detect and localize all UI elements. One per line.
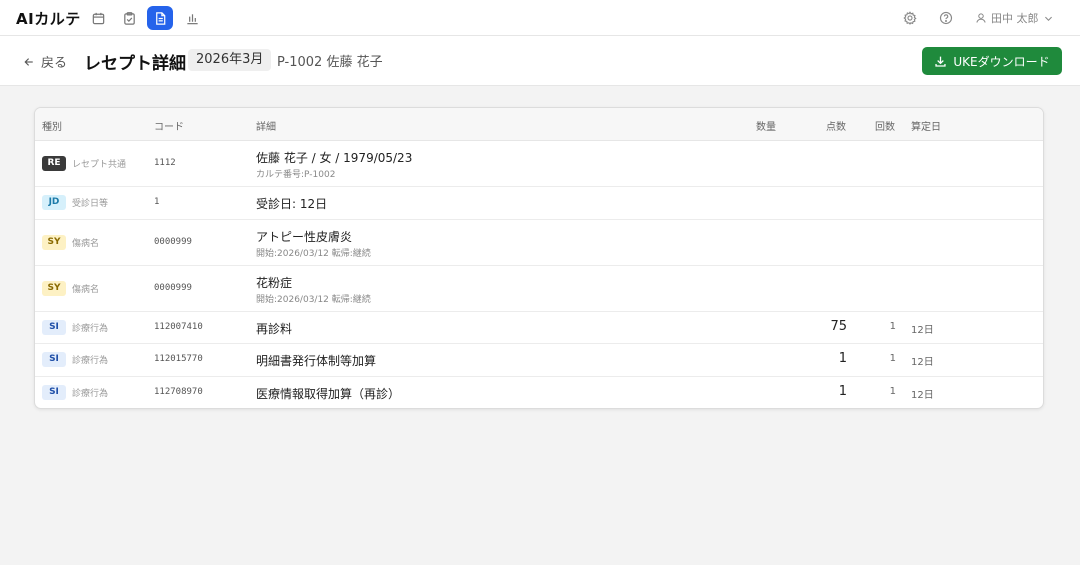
type-label: 傷病名	[72, 285, 100, 295]
clipboard-check-icon[interactable]	[116, 6, 142, 30]
points-cell: 1	[838, 384, 847, 399]
receipt-table: 種別 コード 詳細 数量 点数 回数 算定日 RE レセプト共通 1112 佐藤…	[34, 107, 1044, 409]
type-label: 診療行為	[72, 389, 109, 399]
col-detail: 詳細	[256, 122, 276, 133]
count-cell: 1	[889, 386, 896, 397]
type-label: 傷病名	[72, 239, 100, 249]
bar-chart-icon[interactable]	[179, 6, 205, 30]
table-row[interactable]: RE レセプト共通 1112 佐藤 花子 / 女 / 1979/05/23 カル…	[35, 141, 1043, 187]
type-badge: SI	[42, 352, 66, 367]
download-icon	[935, 56, 946, 67]
code-cell: 1	[154, 197, 160, 207]
document-icon[interactable]	[147, 6, 173, 30]
table-row[interactable]: SI 診療行為 112015770 明細書発行体制等加算 1 1 12日	[35, 344, 1043, 377]
download-label: UKEダウンロード	[953, 54, 1050, 69]
detail-sub: カルテ番号:P-1002	[256, 170, 336, 180]
code-cell: 1112	[154, 158, 176, 168]
type-label: 診療行為	[72, 356, 109, 366]
detail-sub: 開始:2026/03/12 転帰:継続	[256, 295, 371, 305]
table-row[interactable]: SY 傷病名 0000999 花粉症 開始:2026/03/12 転帰:継続	[35, 266, 1043, 312]
detail-cell: 医療情報取得加算（再診）	[256, 387, 401, 401]
type-label: 受診日等	[72, 199, 109, 209]
chevron-down-icon	[1044, 16, 1052, 21]
code-cell: 112007410	[154, 322, 203, 332]
type-badge: SY	[42, 235, 66, 250]
table-row[interactable]: SY 傷病名 0000999 アトピー性皮膚炎 開始:2026/03/12 転帰…	[35, 220, 1043, 266]
code-cell: 0000999	[154, 237, 192, 247]
date-cell: 12日	[911, 390, 934, 401]
detail-cell: 明細書発行体制等加算	[256, 354, 377, 368]
patient-label: P-1002 佐藤 花子	[277, 55, 383, 70]
table-row[interactable]: SI 診療行為 112708970 医療情報取得加算（再診） 1 1 12日	[35, 377, 1043, 408]
type-badge: RE	[42, 156, 66, 171]
code-cell: 112708970	[154, 387, 203, 397]
points-cell: 1	[838, 351, 847, 366]
top-nav: AIカルテ 田中 太郎	[0, 0, 1080, 36]
detail-cell: 受診日: 12日	[256, 197, 328, 211]
type-label: レセプト共通	[72, 160, 127, 170]
col-points: 点数	[826, 122, 846, 133]
app-logo[interactable]: AIカルテ	[16, 8, 81, 29]
table-row[interactable]: JD 受診日等 1 受診日: 12日	[35, 187, 1043, 220]
col-qty: 数量	[756, 122, 776, 133]
table-header: 種別 コード 詳細 数量 点数 回数 算定日	[35, 108, 1043, 141]
uke-download-button[interactable]: UKEダウンロード	[922, 47, 1062, 75]
detail-cell: アトピー性皮膚炎	[256, 230, 353, 244]
user-icon	[976, 13, 986, 23]
arrow-left-icon	[24, 57, 33, 66]
col-code: コード	[154, 122, 184, 133]
page-header: 戻る レセプト詳細 2026年3月 P-1002 佐藤 花子 UKEダウンロード	[0, 36, 1080, 86]
period-badge: 2026年3月	[188, 49, 272, 71]
col-count: 回数	[875, 122, 895, 133]
col-date: 算定日	[911, 122, 941, 133]
type-badge: SI	[42, 320, 66, 335]
detail-cell: 再診料	[256, 322, 293, 336]
date-cell: 12日	[911, 357, 934, 368]
date-cell: 12日	[911, 325, 934, 336]
type-badge: JD	[42, 195, 66, 210]
help-icon[interactable]	[937, 9, 955, 27]
count-cell: 1	[889, 353, 896, 364]
table-row[interactable]: SI 診療行為 112007410 再診料 75 1 12日	[35, 312, 1043, 344]
page-title: レセプト詳細	[84, 54, 186, 74]
points-cell: 75	[830, 319, 847, 334]
back-label: 戻る	[41, 56, 68, 71]
back-button[interactable]: 戻る	[23, 52, 67, 71]
detail-cell: 花粉症	[256, 276, 293, 290]
type-label: 診療行為	[72, 324, 109, 334]
col-type: 種別	[42, 122, 62, 133]
calendar-icon[interactable]	[85, 6, 111, 30]
detail-cell: 佐藤 花子 / 女 / 1979/05/23	[256, 151, 413, 165]
code-cell: 0000999	[154, 283, 192, 293]
type-badge: SI	[42, 385, 66, 400]
type-badge: SY	[42, 281, 66, 296]
count-cell: 1	[889, 321, 896, 332]
code-cell: 112015770	[154, 354, 203, 364]
detail-sub: 開始:2026/03/12 転帰:継続	[256, 249, 371, 259]
gear-icon[interactable]	[901, 9, 919, 27]
user-name: 田中 太郎	[991, 12, 1039, 25]
user-menu[interactable]: 田中 太郎	[975, 9, 1054, 27]
